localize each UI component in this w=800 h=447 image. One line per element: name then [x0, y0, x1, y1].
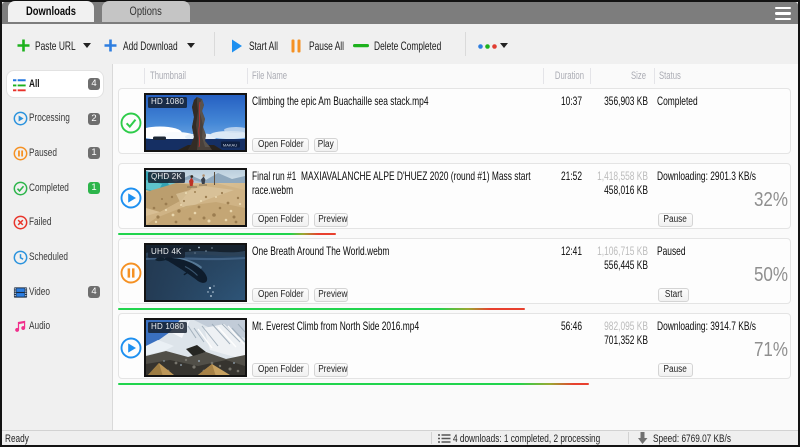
svg-text:MAKAU: MAKAU: [223, 143, 237, 148]
